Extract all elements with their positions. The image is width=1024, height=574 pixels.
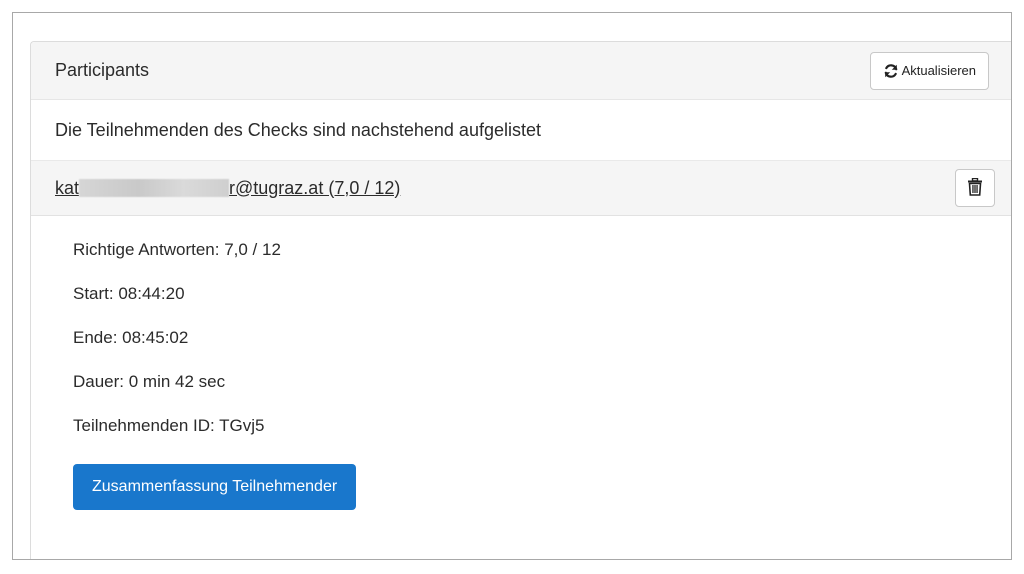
card-description: Die Teilnehmenden des Checks sind nachst… xyxy=(55,119,541,140)
participant-header: kat r@tugraz.at (7,0 / 12) xyxy=(31,160,1011,216)
start-time: Start: 08:44:20 xyxy=(73,284,185,303)
participants-card: Participants Aktualisieren Die Teilnehme… xyxy=(30,41,1011,559)
window-frame: Participants Aktualisieren Die Teilnehme… xyxy=(12,12,1012,560)
refresh-button[interactable]: Aktualisieren xyxy=(869,51,989,90)
participant-id: Teilnehmenden ID: TGvj5 xyxy=(73,416,265,435)
card-header: Participants Aktualisieren xyxy=(31,42,1011,100)
end-time: Ende: 08:45:02 xyxy=(73,328,189,347)
participant-details: Richtige Antworten: 7,0 / 12 Start: 08:4… xyxy=(31,216,1011,510)
participant-summary-button[interactable]: Zusammenfassung Teilnehmender xyxy=(73,464,357,510)
duration: Dauer: 0 min 42 sec xyxy=(73,372,226,391)
trash-icon xyxy=(967,177,983,199)
participant-link[interactable]: kat r@tugraz.at (7,0 / 12) xyxy=(55,178,400,199)
email-prefix: kat xyxy=(55,177,80,198)
refresh-label: Aktualisieren xyxy=(901,63,976,78)
redacted-email xyxy=(79,178,230,197)
card-title: Participants xyxy=(55,60,150,80)
delete-participant-button[interactable] xyxy=(955,169,995,207)
correct-answers: Richtige Antworten: 7,0 / 12 xyxy=(73,240,281,259)
refresh-icon xyxy=(883,63,899,79)
email-suffix: r@tugraz.at (7,0 / 12) xyxy=(229,177,401,198)
